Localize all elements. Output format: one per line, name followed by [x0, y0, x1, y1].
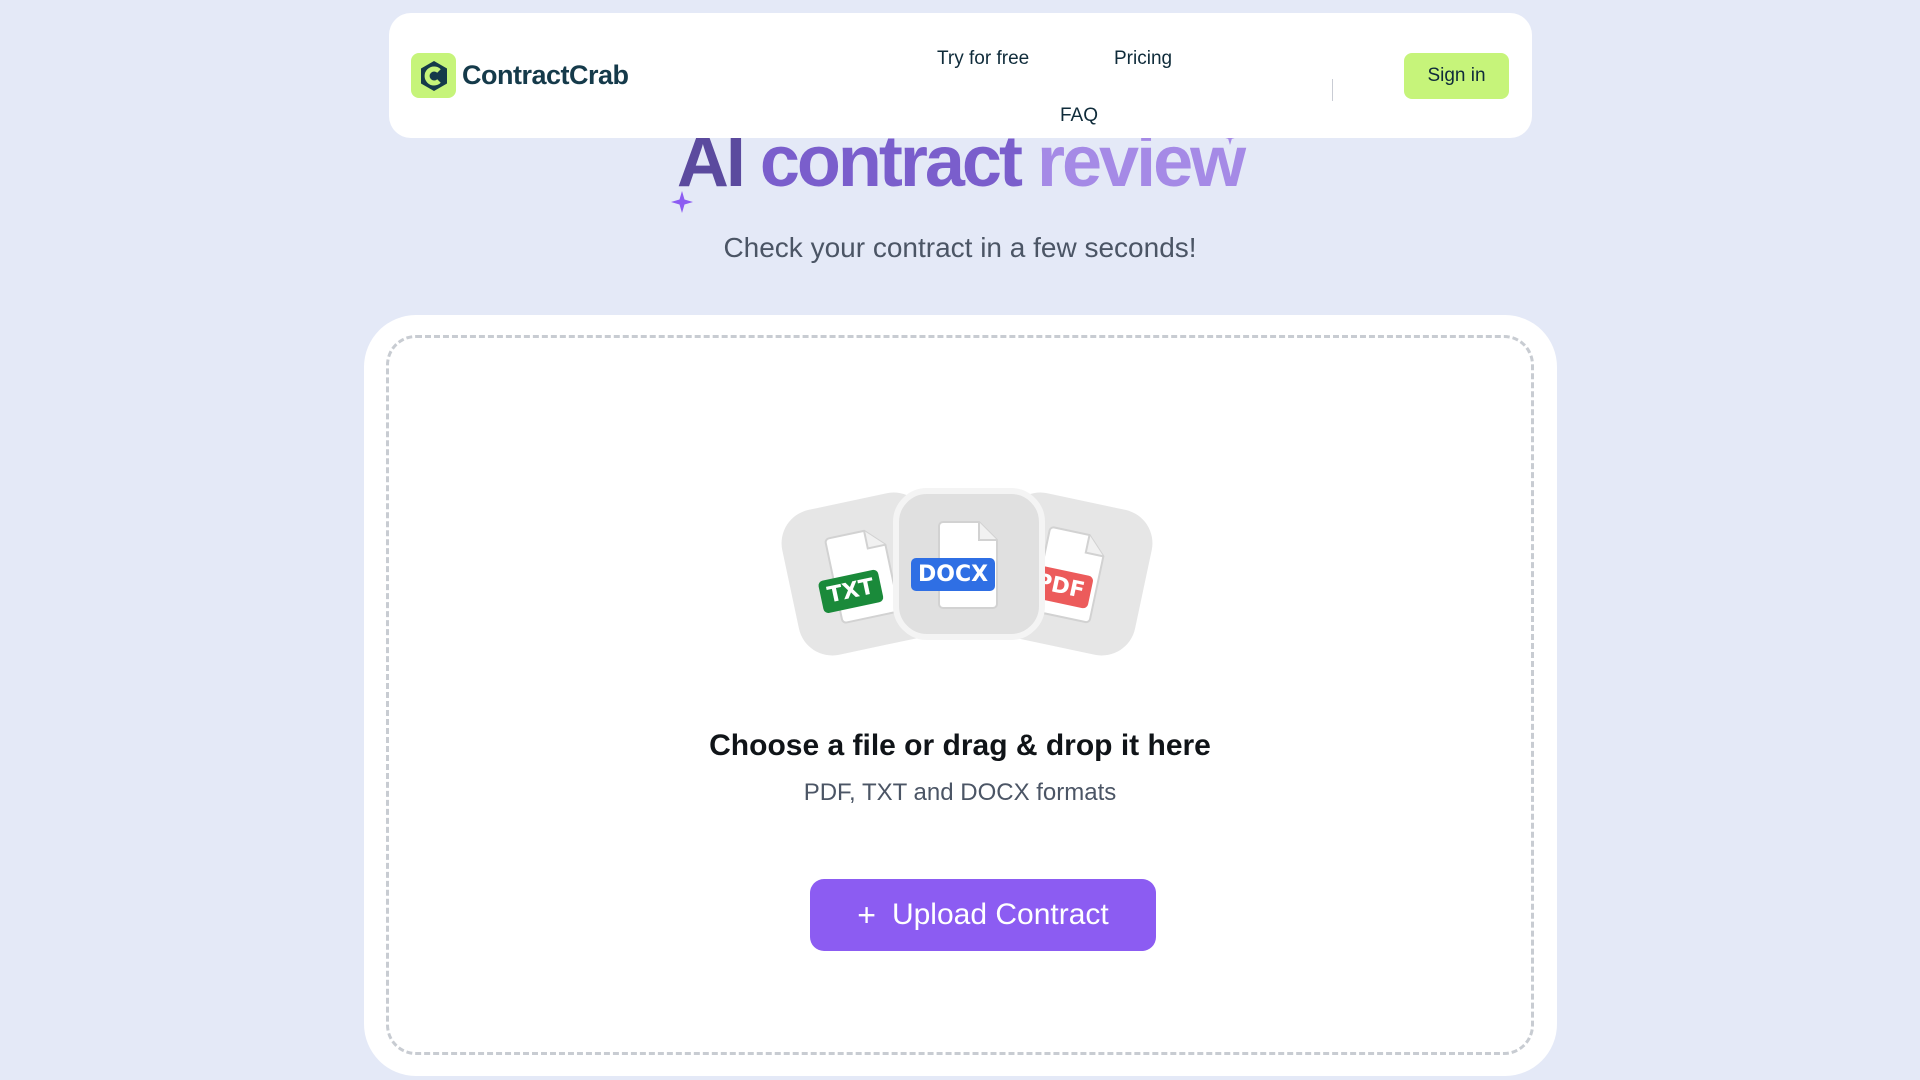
document-icon: DOCX: [911, 518, 1001, 610]
upload-button-label: Upload Contract: [891, 898, 1109, 931]
file-dropzone[interactable]: TXT PDF DOCX Choose a file or drag & dro…: [386, 335, 1534, 1055]
docx-badge: DOCX: [911, 558, 996, 591]
brand-name: ContractCrab: [462, 60, 629, 90]
upload-card: TXT PDF DOCX Choose a file or drag & dro…: [364, 315, 1557, 1076]
logo-icon: [411, 53, 456, 98]
sparkle-icon: [671, 191, 693, 213]
nav-try-for-free[interactable]: Try for free: [937, 48, 1029, 70]
page-subtitle: Check your contract in a few seconds!: [723, 232, 1197, 263]
nav-faq[interactable]: FAQ: [1060, 105, 1098, 127]
top-navbar: ContractCrab Try for free Pricing FAQ Si…: [389, 13, 1532, 138]
sign-in-button[interactable]: Sign in: [1404, 53, 1509, 99]
brand-logo[interactable]: ContractCrab: [411, 53, 629, 98]
dropzone-formats: PDF, TXT and DOCX formats: [803, 779, 1117, 806]
plus-icon: +: [857, 897, 876, 933]
nav-divider: [1332, 79, 1333, 101]
nav-pricing[interactable]: Pricing: [1114, 48, 1172, 70]
dropzone-title: Choose a file or drag & drop it here: [709, 729, 1211, 762]
docx-format-tile: DOCX: [893, 488, 1045, 640]
document-icon: TXT: [817, 522, 904, 625]
upload-contract-button[interactable]: + Upload Contract: [810, 879, 1156, 951]
